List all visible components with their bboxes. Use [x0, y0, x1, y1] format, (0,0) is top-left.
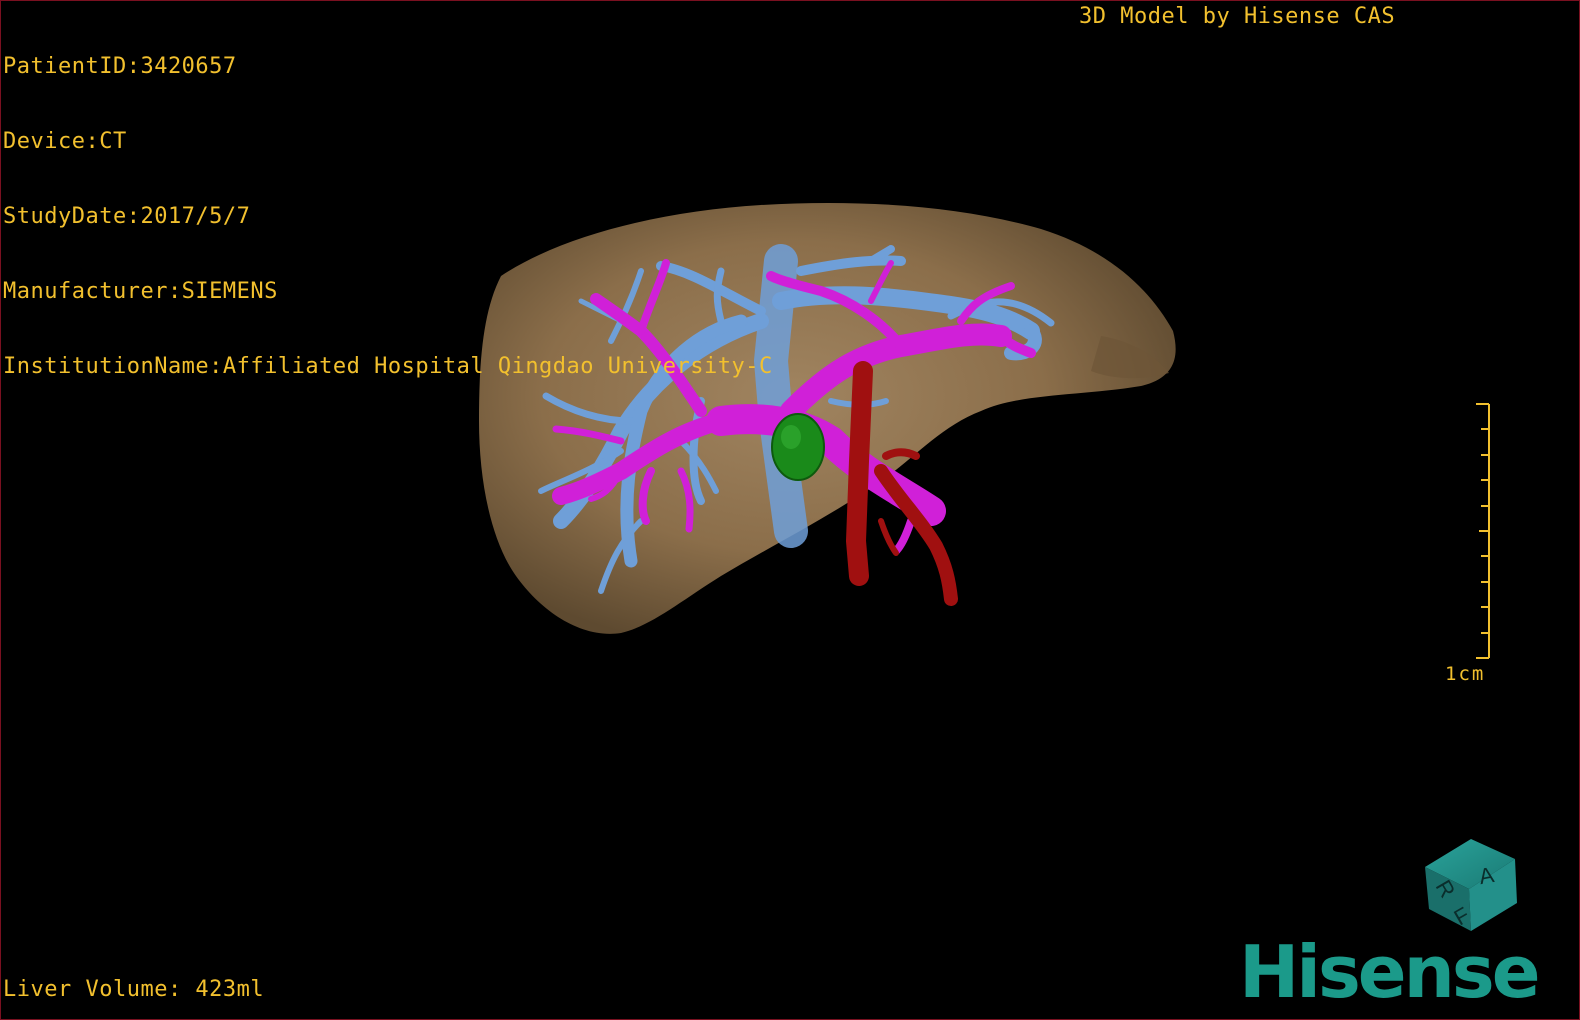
scale-bar: [1476, 403, 1490, 659]
hisense-logo: Hisense: [1239, 930, 1541, 1014]
orientation-cube-icon[interactable]: A R F: [1425, 839, 1517, 931]
scale-bar-label: 1cm: [1445, 663, 1486, 685]
patient-id: PatientID:3420657: [3, 54, 237, 79]
3d-render-viewport[interactable]: A R F PatientID:3420657 Device:CT StudyD…: [0, 0, 1580, 1020]
lesion-highlight: [781, 425, 801, 449]
liver-volume: Liver Volume: 423ml: [3, 977, 265, 1002]
manufacturer: Manufacturer:SIEMENS: [3, 279, 278, 304]
study-date: StudyDate:2017/5/7: [3, 204, 251, 229]
institution-name: InstitutionName:Affiliated Hospital Qing…: [3, 354, 773, 379]
patient-info-panel: PatientID:3420657 Device:CT StudyDate:20…: [3, 4, 773, 429]
device: Device:CT: [3, 129, 127, 154]
model-caption: 3D Model by Hisense CAS: [1079, 4, 1396, 29]
lesion-nodule: [771, 413, 825, 481]
